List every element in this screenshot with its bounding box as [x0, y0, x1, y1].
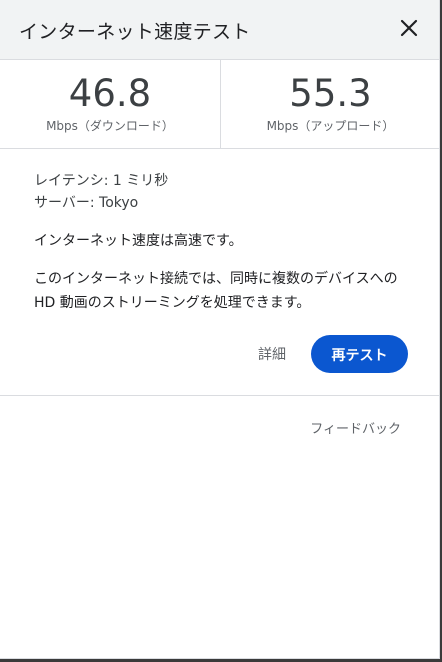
retest-button[interactable]: 再テスト	[311, 335, 408, 373]
feedback-link[interactable]: フィードバック	[310, 418, 401, 437]
server-text: サーバー: Tokyo	[34, 195, 139, 211]
speed-status: インターネット速度は高速です。	[34, 233, 243, 249]
connection-info: レイテンシ: 1 ミリ秒 サーバー: Tokyo	[34, 170, 419, 214]
upload-unit: Mbps（アップロード）	[266, 119, 395, 133]
download-unit: Mbps（ダウンロード）	[46, 119, 174, 133]
latency-text: レイテンシ: 1 ミリ秒	[34, 173, 169, 189]
details-button[interactable]: 詳細	[258, 344, 286, 364]
panel-header: インターネット速度テスト	[0, 0, 439, 60]
speed-description: このインターネット接続では、同時に複数のデバイスへの HD 動画のストリーミング…	[34, 271, 398, 311]
divider	[0, 395, 439, 396]
close-button[interactable]	[395, 14, 423, 42]
close-icon	[400, 19, 418, 37]
download-metric: 46.8 Mbps（ダウンロード）	[0, 60, 220, 148]
speed-test-panel: インターネット速度テスト 46.8 Mbps（ダウンロード） 55.3 Mbps…	[0, 0, 440, 659]
download-value: 46.8	[68, 72, 152, 115]
upload-value: 55.3	[289, 72, 372, 115]
speed-metrics: 46.8 Mbps（ダウンロード） 55.3 Mbps（アップロード）	[0, 60, 439, 149]
panel-title: インターネット速度テスト	[19, 21, 251, 43]
upload-metric: 55.3 Mbps（アップロード）	[220, 60, 440, 148]
